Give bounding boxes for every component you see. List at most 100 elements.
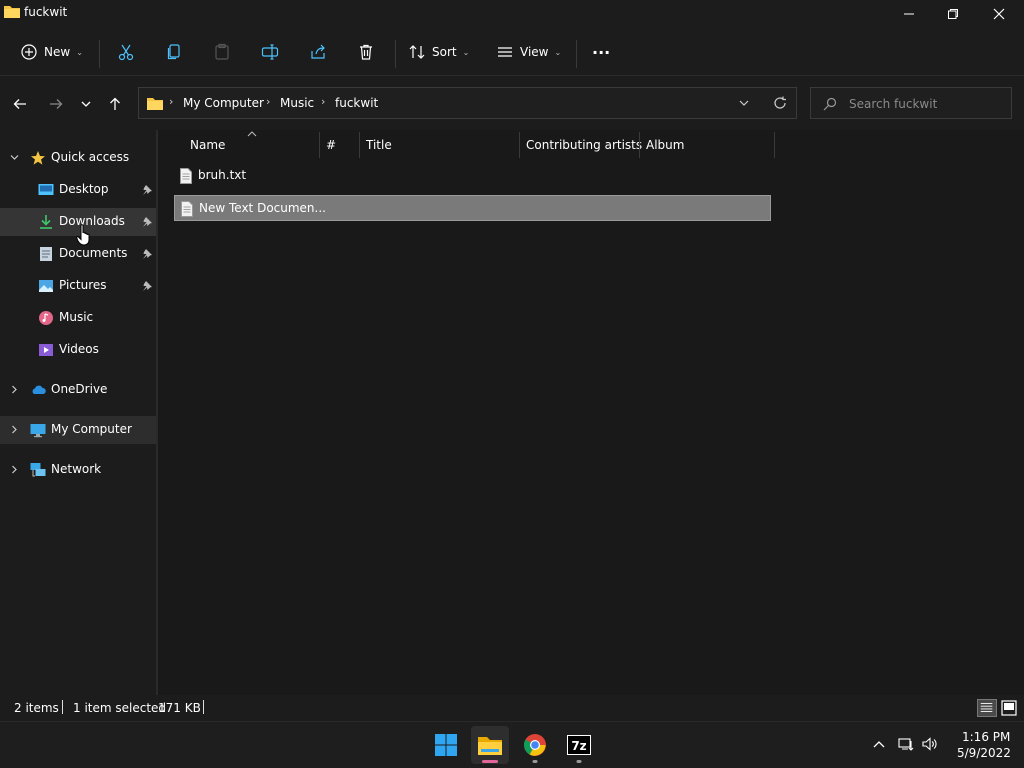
file-row[interactable]: bruh.txt — [174, 163, 771, 189]
up-button[interactable] — [105, 94, 125, 114]
sidebar-item-label: Quick access — [51, 150, 130, 164]
pin-icon[interactable] — [142, 184, 153, 195]
copy-button[interactable] — [165, 38, 183, 66]
star-icon — [31, 151, 45, 165]
chevron-right-icon[interactable] — [10, 385, 19, 394]
sidebar-item-my-computer[interactable]: My Computer — [0, 416, 156, 444]
close-button[interactable] — [976, 0, 1022, 28]
rename-button[interactable] — [261, 38, 279, 66]
more-dots-icon: ··· — [592, 42, 611, 62]
network-status-icon[interactable] — [898, 736, 914, 752]
file-name: bruh.txt — [198, 168, 247, 182]
breadcrumb-chevron-icon: › — [321, 95, 326, 108]
toolbar-divider — [395, 40, 396, 68]
recent-locations-button[interactable] — [76, 94, 96, 114]
clock-time[interactable]: 1:16 PM — [962, 730, 1010, 744]
view-button[interactable]: View ⌄ — [496, 38, 561, 66]
restore-icon — [948, 9, 958, 19]
sidebar-item-label: OneDrive — [51, 382, 108, 396]
clock-date[interactable]: 5/9/2022 — [957, 746, 1011, 760]
copy-icon — [167, 44, 180, 60]
sidebar-item-network[interactable]: Network — [0, 456, 156, 484]
column-divider[interactable] — [639, 132, 640, 158]
column-header-number[interactable]: # — [326, 138, 336, 152]
column-header-name[interactable]: Name — [190, 138, 225, 152]
see-more-button[interactable]: ··· — [592, 38, 610, 66]
share-button[interactable] — [309, 38, 327, 66]
chevron-down-icon — [81, 101, 91, 107]
hand-cursor-icon — [76, 224, 90, 246]
volume-icon[interactable] — [922, 736, 938, 752]
start-button[interactable] — [427, 726, 465, 764]
view-label: View — [520, 45, 549, 59]
breadcrumb-chevron-icon: › — [266, 95, 271, 108]
sort-button[interactable]: Sort ⌄ — [408, 38, 469, 66]
sidebar-item-music[interactable]: Music — [0, 304, 156, 332]
arrow-up-icon — [110, 97, 120, 110]
navigation-pane: Quick access Desktop Downloads Documents… — [0, 130, 158, 695]
navigation-bar: › My Computer › Music › fuckwit — [0, 76, 1024, 130]
new-button[interactable]: New ⌄ — [20, 38, 83, 66]
chevron-up-icon[interactable] — [871, 736, 887, 752]
paste-button[interactable] — [213, 38, 231, 66]
windows-logo-icon — [435, 734, 457, 756]
chrome-icon — [524, 734, 546, 756]
sidebar-item-onedrive[interactable]: OneDrive — [0, 376, 156, 404]
sidebar-item-label: Documents — [59, 246, 128, 260]
active-indicator — [482, 760, 498, 763]
minimize-icon — [904, 13, 914, 15]
download-icon — [40, 215, 52, 229]
sidebar-item-videos[interactable]: Videos — [0, 336, 156, 364]
breadcrumb-chevron-icon: › — [169, 95, 174, 108]
column-divider[interactable] — [359, 132, 360, 158]
cloud-icon — [32, 385, 46, 394]
sidebar-item-label: My Computer — [51, 422, 132, 436]
column-header-title[interactable]: Title — [366, 138, 392, 152]
sidebar-item-label: Music — [59, 310, 94, 324]
sort-ascending-icon — [247, 131, 257, 137]
taskbar-chrome[interactable] — [516, 726, 554, 764]
taskbar-7zip[interactable]: 7z — [560, 726, 598, 764]
sidebar-item-label: Pictures — [59, 278, 107, 292]
column-divider[interactable] — [319, 132, 320, 158]
search-input[interactable] — [849, 95, 1004, 113]
tiles-view-icon[interactable] — [1000, 699, 1018, 717]
chevron-down-icon[interactable] — [737, 96, 751, 110]
back-button[interactable] — [10, 94, 30, 114]
chevron-right-icon[interactable] — [10, 465, 19, 474]
breadcrumb-my-computer[interactable]: My Computer — [183, 96, 264, 110]
refresh-icon[interactable] — [773, 96, 787, 110]
column-divider[interactable] — [519, 132, 520, 158]
delete-button[interactable] — [357, 38, 375, 66]
sidebar-item-pictures[interactable]: Pictures — [0, 272, 156, 300]
search-box[interactable] — [810, 87, 1012, 119]
forward-button[interactable] — [46, 94, 66, 114]
status-bar: 2 items 1 item selected 171 KB — [0, 695, 1024, 721]
file-row-selected[interactable]: New Text Documen... — [174, 195, 771, 221]
address-bar[interactable]: › My Computer › Music › fuckwit — [138, 87, 797, 119]
music-icon — [39, 311, 53, 325]
restore-button[interactable] — [930, 0, 976, 28]
cut-button[interactable] — [117, 38, 135, 66]
breadcrumb-fuckwit[interactable]: fuckwit — [335, 96, 378, 110]
running-indicator — [532, 760, 538, 763]
minimize-button[interactable] — [886, 0, 932, 28]
column-divider[interactable] — [774, 132, 775, 158]
details-view-icon[interactable] — [977, 699, 997, 717]
taskbar-file-explorer[interactable] — [471, 726, 509, 764]
pin-icon[interactable] — [142, 248, 153, 259]
pin-icon[interactable] — [142, 216, 153, 227]
sidebar-item-desktop[interactable]: Desktop — [0, 176, 156, 204]
chevron-down-icon[interactable] — [10, 153, 19, 162]
column-header-album[interactable]: Album — [646, 138, 684, 152]
pin-icon[interactable] — [142, 280, 153, 291]
svg-text:7z: 7z — [571, 739, 586, 753]
chevron-down-icon: ⌄ — [554, 47, 562, 57]
sort-icon — [409, 45, 425, 59]
sidebar-item-label: Videos — [59, 342, 99, 356]
sidebar-item-quick-access[interactable]: Quick access — [0, 144, 156, 172]
column-header-contributing-artists[interactable]: Contributing artists — [526, 138, 642, 152]
breadcrumb-music[interactable]: Music — [280, 96, 314, 110]
chevron-right-icon[interactable] — [10, 425, 19, 434]
chevron-down-icon: ⌄ — [462, 47, 470, 57]
